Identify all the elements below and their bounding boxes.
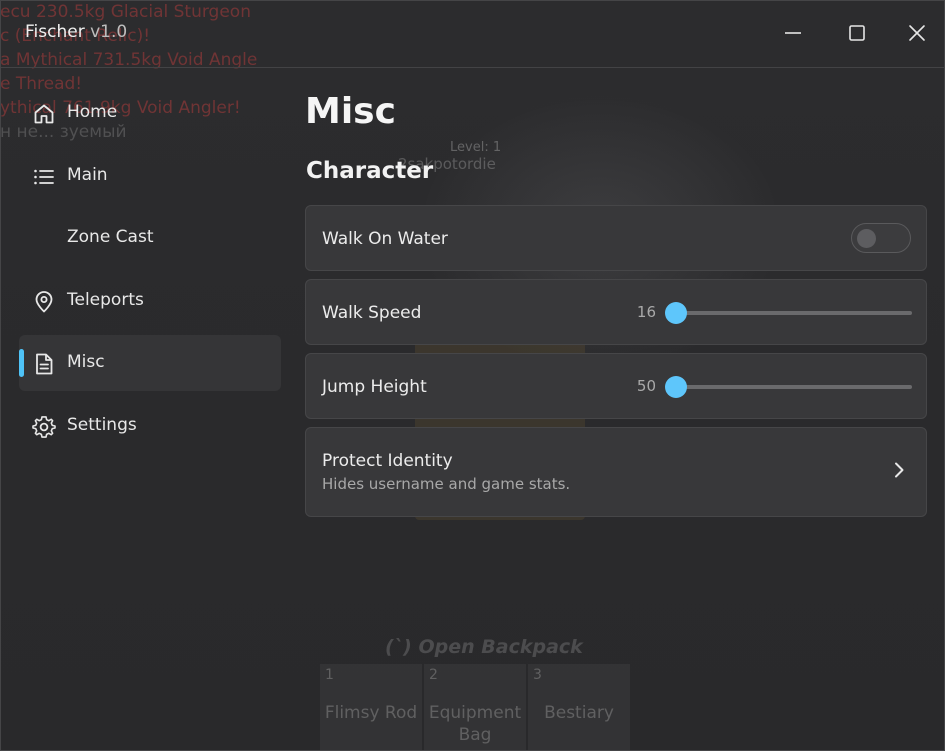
sidebar-item-label: Misc — [67, 352, 105, 372]
sidebar: Home Main Zone Cast Teleports Misc Setti… — [19, 85, 281, 460]
sidebar-item-main[interactable]: Main — [19, 148, 281, 204]
list-icon — [34, 169, 54, 184]
sidebar-item-teleports[interactable]: Teleports — [19, 273, 281, 329]
walk-on-water-label: Walk On Water — [322, 229, 448, 249]
sidebar-item-misc[interactable]: Misc — [19, 335, 281, 391]
close-icon — [909, 25, 925, 41]
jump-height-label: Jump Height — [322, 377, 427, 397]
chevron-right-icon — [895, 462, 904, 478]
sidebar-item-label: Settings — [67, 414, 137, 435]
sidebar-item-label: Zone Cast — [67, 227, 154, 247]
walk-speed-slider-track[interactable] — [676, 311, 912, 315]
minimize-icon — [785, 32, 801, 34]
protect-identity-row[interactable]: Protect Identity Hides username and game… — [305, 427, 927, 517]
sidebar-item-label: Home — [67, 102, 118, 122]
page-title: Misc — [305, 91, 396, 132]
jump-height-slider-track[interactable] — [676, 385, 912, 389]
active-indicator — [19, 349, 24, 377]
walk-speed-row: Walk Speed 16 — [305, 279, 927, 345]
toggle-knob — [857, 229, 876, 248]
close-button[interactable] — [904, 20, 930, 46]
walk-speed-value: 16 — [636, 303, 656, 321]
title-bar[interactable]: Fischer v1.0 — [1, 1, 944, 68]
app-window: Fischer v1.0 Home Main Zone Cast Telepor… — [0, 0, 945, 751]
walk-speed-label: Walk Speed — [322, 303, 422, 323]
gear-icon — [32, 415, 56, 438]
maximize-icon — [849, 25, 865, 41]
protect-identity-description: Hides username and game stats. — [322, 475, 571, 493]
walk-on-water-toggle[interactable] — [851, 223, 911, 253]
maximize-button[interactable] — [844, 20, 870, 46]
jump-height-row: Jump Height 50 — [305, 353, 927, 419]
section-title: Character — [306, 158, 434, 184]
jump-height-value: 50 — [636, 377, 656, 395]
sidebar-item-label: Main — [67, 164, 108, 185]
app-version: v1.0 — [90, 22, 128, 42]
walk-on-water-row[interactable]: Walk On Water — [305, 205, 927, 271]
protect-identity-label: Protect Identity — [322, 451, 453, 471]
walk-speed-slider-thumb[interactable] — [665, 302, 687, 324]
jump-height-slider-thumb[interactable] — [665, 376, 687, 398]
home-icon — [34, 104, 54, 124]
sidebar-item-settings[interactable]: Settings — [19, 398, 281, 454]
app-name: Fischer — [25, 22, 85, 42]
map-pin-icon — [35, 290, 53, 312]
app-title: Fischer v1.0 — [25, 22, 127, 42]
document-icon — [36, 353, 53, 375]
minimize-button[interactable] — [780, 20, 806, 46]
sidebar-item-label: Teleports — [67, 289, 144, 310]
sidebar-item-zone-cast[interactable]: Zone Cast — [19, 210, 281, 266]
sidebar-item-home[interactable]: Home — [19, 85, 281, 141]
